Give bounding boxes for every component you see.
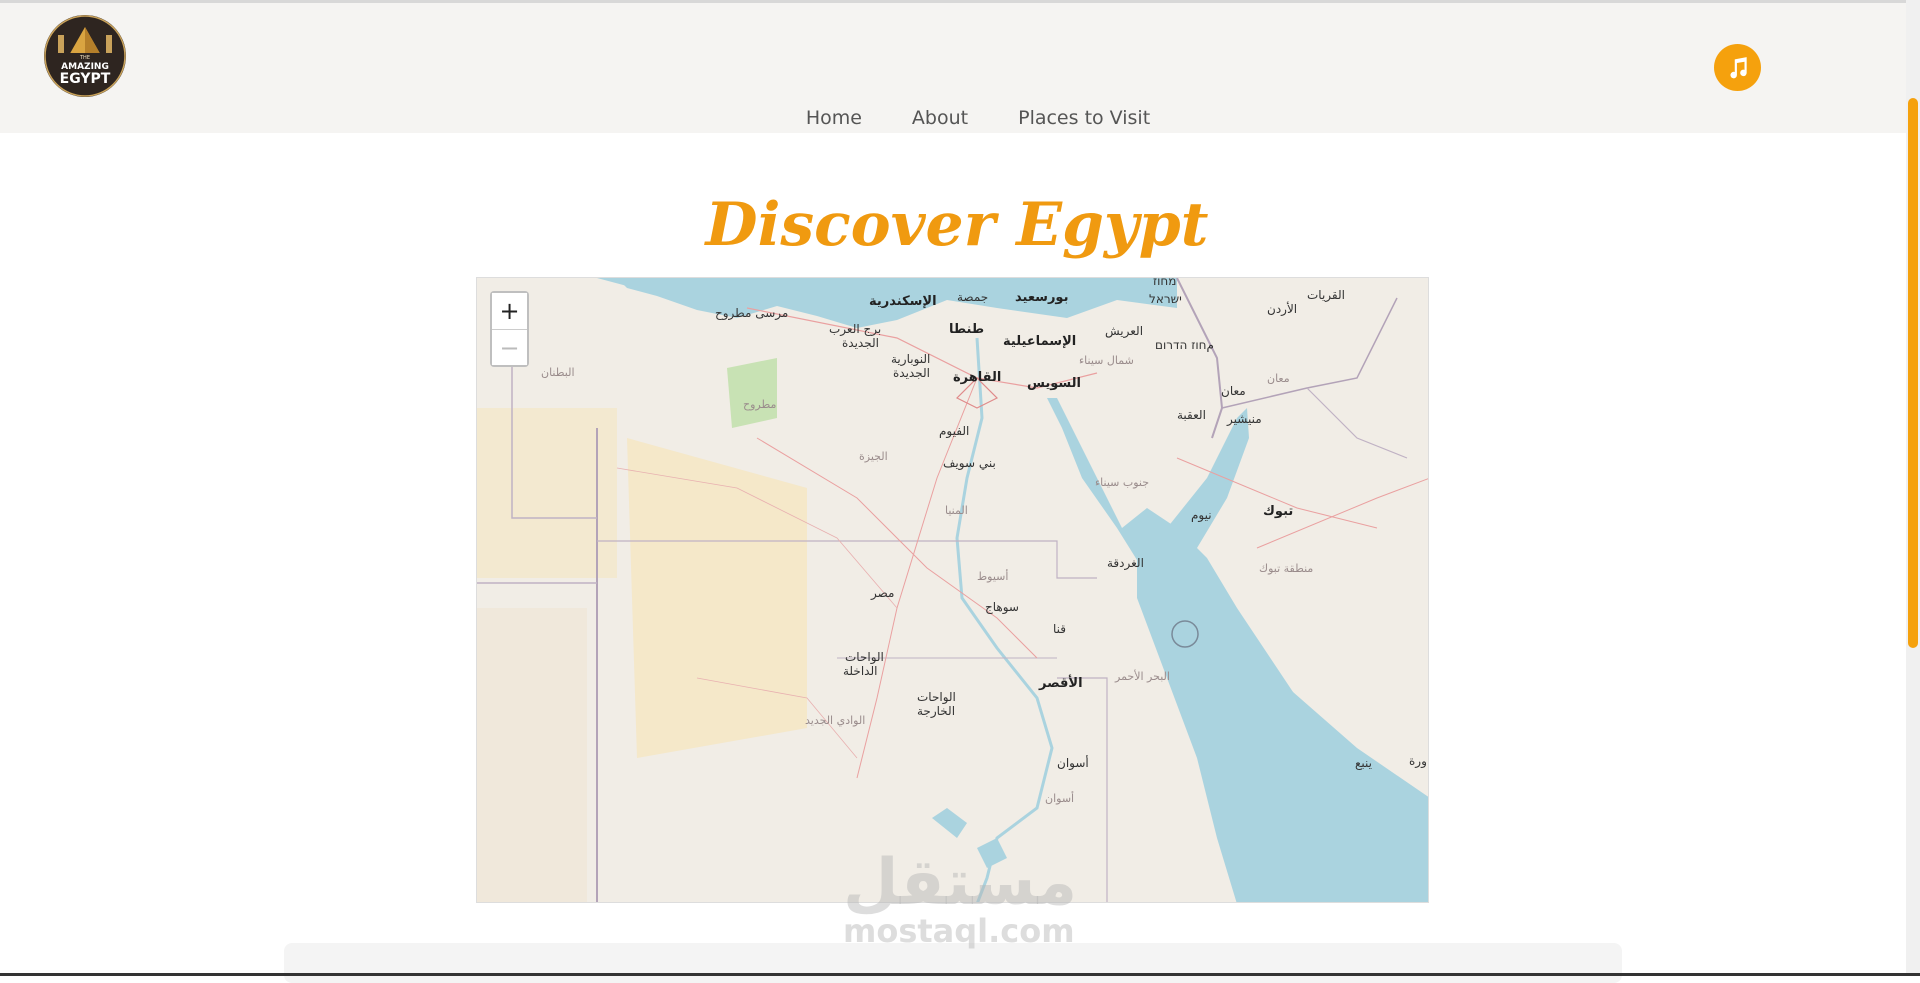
map-label: جنوب سيناء [1095,476,1150,489]
map-label: מחוז [1153,277,1177,288]
map-label: الجديدة [893,366,930,380]
map-label: الجديدة [842,336,879,350]
map-label: الأقصر [1039,676,1083,691]
map-label: الإسكندرية [869,294,937,309]
map-label: قنا [1053,622,1067,636]
map-label: بني سويف [943,456,996,470]
map-label: الأردن [1267,302,1298,316]
amazing-egypt-logo: THE AMAZING EGYPT [44,15,126,97]
map-label: منيشير [1227,412,1262,426]
map-label: طنطا [949,322,985,337]
zoom-control: + − [490,291,529,367]
map-label: ישראל [1149,292,1182,306]
svg-text:EGYPT: EGYPT [60,71,111,87]
map-label: الفيوم [939,424,970,438]
map-label: برج العرب [829,322,882,336]
map-label: الإسماعيلية [1003,334,1077,349]
music-note-icon [1729,56,1747,78]
main-nav: Home About Places to Visit [0,107,1906,129]
map-label: مחוז הדרום [1155,338,1214,352]
map-label: القاهرة [953,370,1002,385]
page-title: Discover Egypt [705,190,1209,260]
map-label: معان [1267,372,1290,385]
map-label: مطروح [743,398,777,411]
nav-places-link[interactable]: Places to Visit [1018,107,1150,129]
map-label: الداخلة [843,664,878,678]
zoom-in-button[interactable]: + [492,293,527,329]
map-label: منطقة تبوك [1259,562,1314,575]
map-label: مصر [871,586,895,600]
map-label: أسوان [1045,792,1075,805]
map-label: السويس [1027,376,1081,391]
map-label: شمال سيناء [1079,354,1134,367]
map-label: ورة [1409,754,1427,768]
egypt-map[interactable]: + − الإسكندرية جمصة بورسعيد מחוז ישראל ا… [476,277,1429,903]
map-label: العقبة [1177,408,1206,422]
map-label: الواحات [917,690,956,704]
zoom-out-button[interactable]: − [492,329,527,365]
map-label: الوادي الجديد [805,714,866,727]
map-label: ينبع [1355,756,1372,770]
svg-text:THE: THE [79,55,90,61]
nav-about-link[interactable]: About [912,107,968,129]
map-label: تبوك [1263,504,1294,519]
scrollbar-thumb[interactable] [1908,98,1918,648]
nav-home-link[interactable]: Home [806,107,862,129]
map-label: جمصة [957,290,989,304]
map-label: النوبارية [891,352,931,366]
map-label: الواحات [845,650,884,664]
map-label: نيوم [1191,508,1212,522]
content-card [284,943,1622,983]
map-label: القريات [1307,288,1345,302]
music-toggle-button[interactable] [1714,44,1761,91]
map-label: معان [1221,384,1246,398]
map-label: البحر الأحمر [1115,670,1170,683]
map-label: المنيا [945,504,968,517]
map-label: بورسعيد [1015,290,1069,305]
site-logo[interactable]: THE AMAZING EGYPT [44,15,126,97]
map-label: الخارجة [917,704,956,718]
map-label: البطنان [541,366,575,379]
map-label: الجيزة [859,450,888,463]
map-label: الغردقة [1107,556,1144,570]
map-label: مرسى مطروح [715,306,789,320]
map-label: أسوان [1057,756,1089,770]
map-label: سوهاج [985,600,1019,614]
map-label: أسيوط [977,570,1009,583]
site-header: THE AMAZING EGYPT Home About Places to V… [0,3,1906,133]
map-label: العريش [1105,324,1144,338]
